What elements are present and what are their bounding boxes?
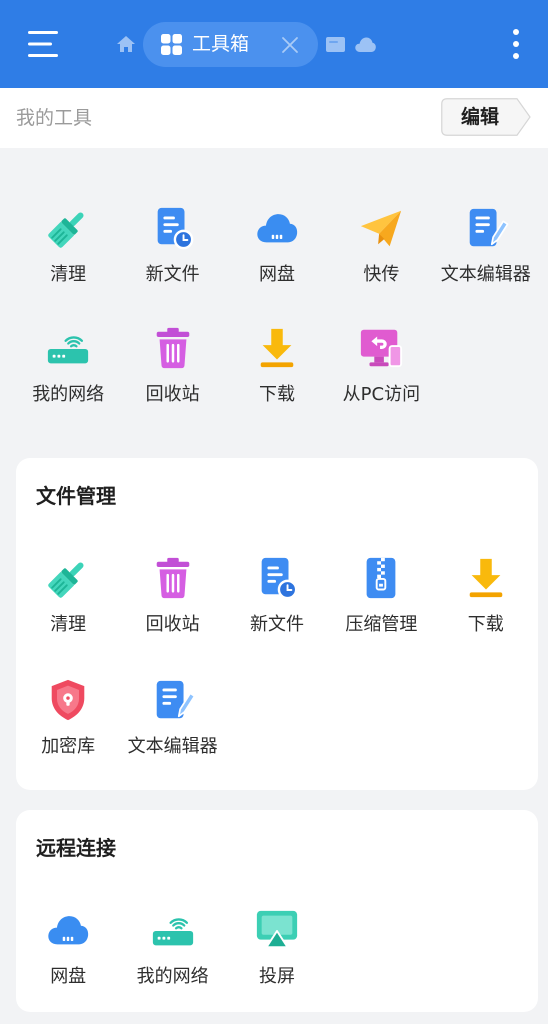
tool-label: 快传	[363, 264, 400, 285]
close-icon	[282, 37, 298, 53]
tool-label: 网盘	[258, 264, 295, 285]
more-options-button[interactable]	[502, 24, 530, 64]
paper-plane-icon	[361, 210, 402, 247]
tool-label: 下载	[467, 614, 504, 635]
tool-cloud-drive[interactable]: 网盘	[16, 907, 120, 988]
text-editor-icon	[155, 679, 196, 720]
trash-icon	[155, 556, 191, 600]
pc-access-icon	[360, 328, 403, 368]
file-management-card: 文件管理 清理 回收站 新文件 压缩管理 下载 加密库 文本编辑器	[16, 458, 538, 790]
top-bar: 工具箱	[0, 0, 548, 88]
card-title: 远程连接	[36, 836, 116, 860]
tool-download[interactable]: 下载	[434, 555, 538, 636]
tool-label: 我的网络	[32, 384, 105, 405]
tool-label: 新文件	[249, 614, 304, 635]
tool-new-file[interactable]: 新文件	[225, 555, 329, 636]
text-editor-icon	[468, 207, 509, 248]
shield-lock-icon	[51, 679, 85, 721]
card-tab-button[interactable]	[324, 35, 346, 53]
card-icon	[325, 36, 345, 52]
screen-cast-icon	[255, 909, 299, 949]
zip-icon	[366, 556, 397, 600]
cloud-drive-icon	[257, 214, 298, 243]
broom-icon	[46, 205, 91, 250]
trash-icon	[155, 326, 191, 370]
tool-label: 我的网络	[136, 966, 209, 987]
tool-vault[interactable]: 加密库	[16, 677, 120, 758]
tool-label: 回收站	[145, 384, 200, 405]
tool-download[interactable]: 下载	[225, 325, 329, 406]
home-tab-button[interactable]	[114, 33, 138, 55]
tool-text-editor[interactable]: 文本编辑器	[120, 677, 224, 758]
more-vertical-icon	[513, 29, 519, 59]
menu-icon	[28, 31, 58, 57]
tool-label: 清理	[50, 264, 87, 285]
edit-button[interactable]: 编辑	[441, 98, 531, 136]
tool-cloud-drive[interactable]: 网盘	[225, 205, 329, 286]
tool-label: 从PC访问	[342, 384, 421, 405]
tab-toolbox[interactable]: 工具箱	[143, 22, 318, 67]
tool-compression[interactable]: 压缩管理	[329, 555, 433, 636]
router-icon	[151, 918, 194, 947]
cloud-tab-button[interactable]	[353, 34, 377, 54]
tool-pc-access[interactable]: 从PC访问	[329, 325, 433, 406]
my-tools-grid: 清理 新文件 网盘 快传 文本编辑器 我的网络 回收站 下载 从PC访问	[16, 205, 538, 406]
tool-label: 网盘	[50, 966, 87, 987]
tools-content: 清理 新文件 网盘 快传 文本编辑器 我的网络 回收站 下载 从PC访问 文件管…	[16, 148, 538, 1012]
tool-clean[interactable]: 清理	[16, 205, 120, 286]
tool-clean[interactable]: 清理	[16, 555, 120, 636]
tool-label: 清理	[50, 614, 87, 635]
new-file-icon	[156, 206, 193, 250]
grid-icon	[161, 34, 182, 55]
tool-recycle-bin[interactable]: 回收站	[120, 325, 224, 406]
router-icon	[46, 336, 90, 365]
download-icon	[469, 558, 503, 598]
tool-label: 新文件	[145, 264, 200, 285]
new-file-icon	[260, 556, 298, 600]
tool-label: 回收站	[145, 614, 200, 635]
tool-my-network[interactable]: 我的网络	[120, 907, 224, 988]
broom-icon	[46, 555, 91, 600]
cloud-drive-icon	[48, 916, 89, 945]
tool-quick-transfer[interactable]: 快传	[329, 205, 433, 286]
tab-label: 工具箱	[192, 33, 250, 55]
tool-new-file[interactable]: 新文件	[120, 205, 224, 286]
tool-text-editor[interactable]: 文本编辑器	[434, 205, 538, 286]
tool-label: 加密库	[41, 736, 96, 757]
cloud-icon	[354, 37, 376, 52]
close-tab-button[interactable]	[279, 34, 301, 56]
tool-label: 压缩管理	[345, 614, 418, 635]
tool-label: 投屏	[258, 966, 295, 987]
home-icon	[117, 36, 135, 52]
tool-label: 文本编辑器	[127, 736, 218, 757]
menu-button[interactable]	[22, 26, 64, 62]
tool-recycle-bin[interactable]: 回收站	[120, 555, 224, 636]
remote-connection-grid: 网盘 我的网络 投屏	[16, 907, 538, 988]
card-title: 文件管理	[36, 484, 116, 508]
edit-button-label: 编辑	[460, 106, 499, 128]
tool-label: 下载	[258, 384, 295, 405]
section-title-my-tools: 我的工具	[16, 107, 93, 129]
tool-my-network[interactable]: 我的网络	[16, 325, 120, 406]
tool-label: 文本编辑器	[440, 264, 531, 285]
tool-screen-cast[interactable]: 投屏	[225, 907, 329, 988]
my-tools-bar: 我的工具 编辑	[0, 88, 548, 148]
file-management-grid: 清理 回收站 新文件 压缩管理 下载 加密库 文本编辑器	[16, 555, 538, 758]
remote-connection-card: 远程连接 网盘 我的网络 投屏	[16, 810, 538, 1012]
download-icon	[260, 328, 294, 368]
